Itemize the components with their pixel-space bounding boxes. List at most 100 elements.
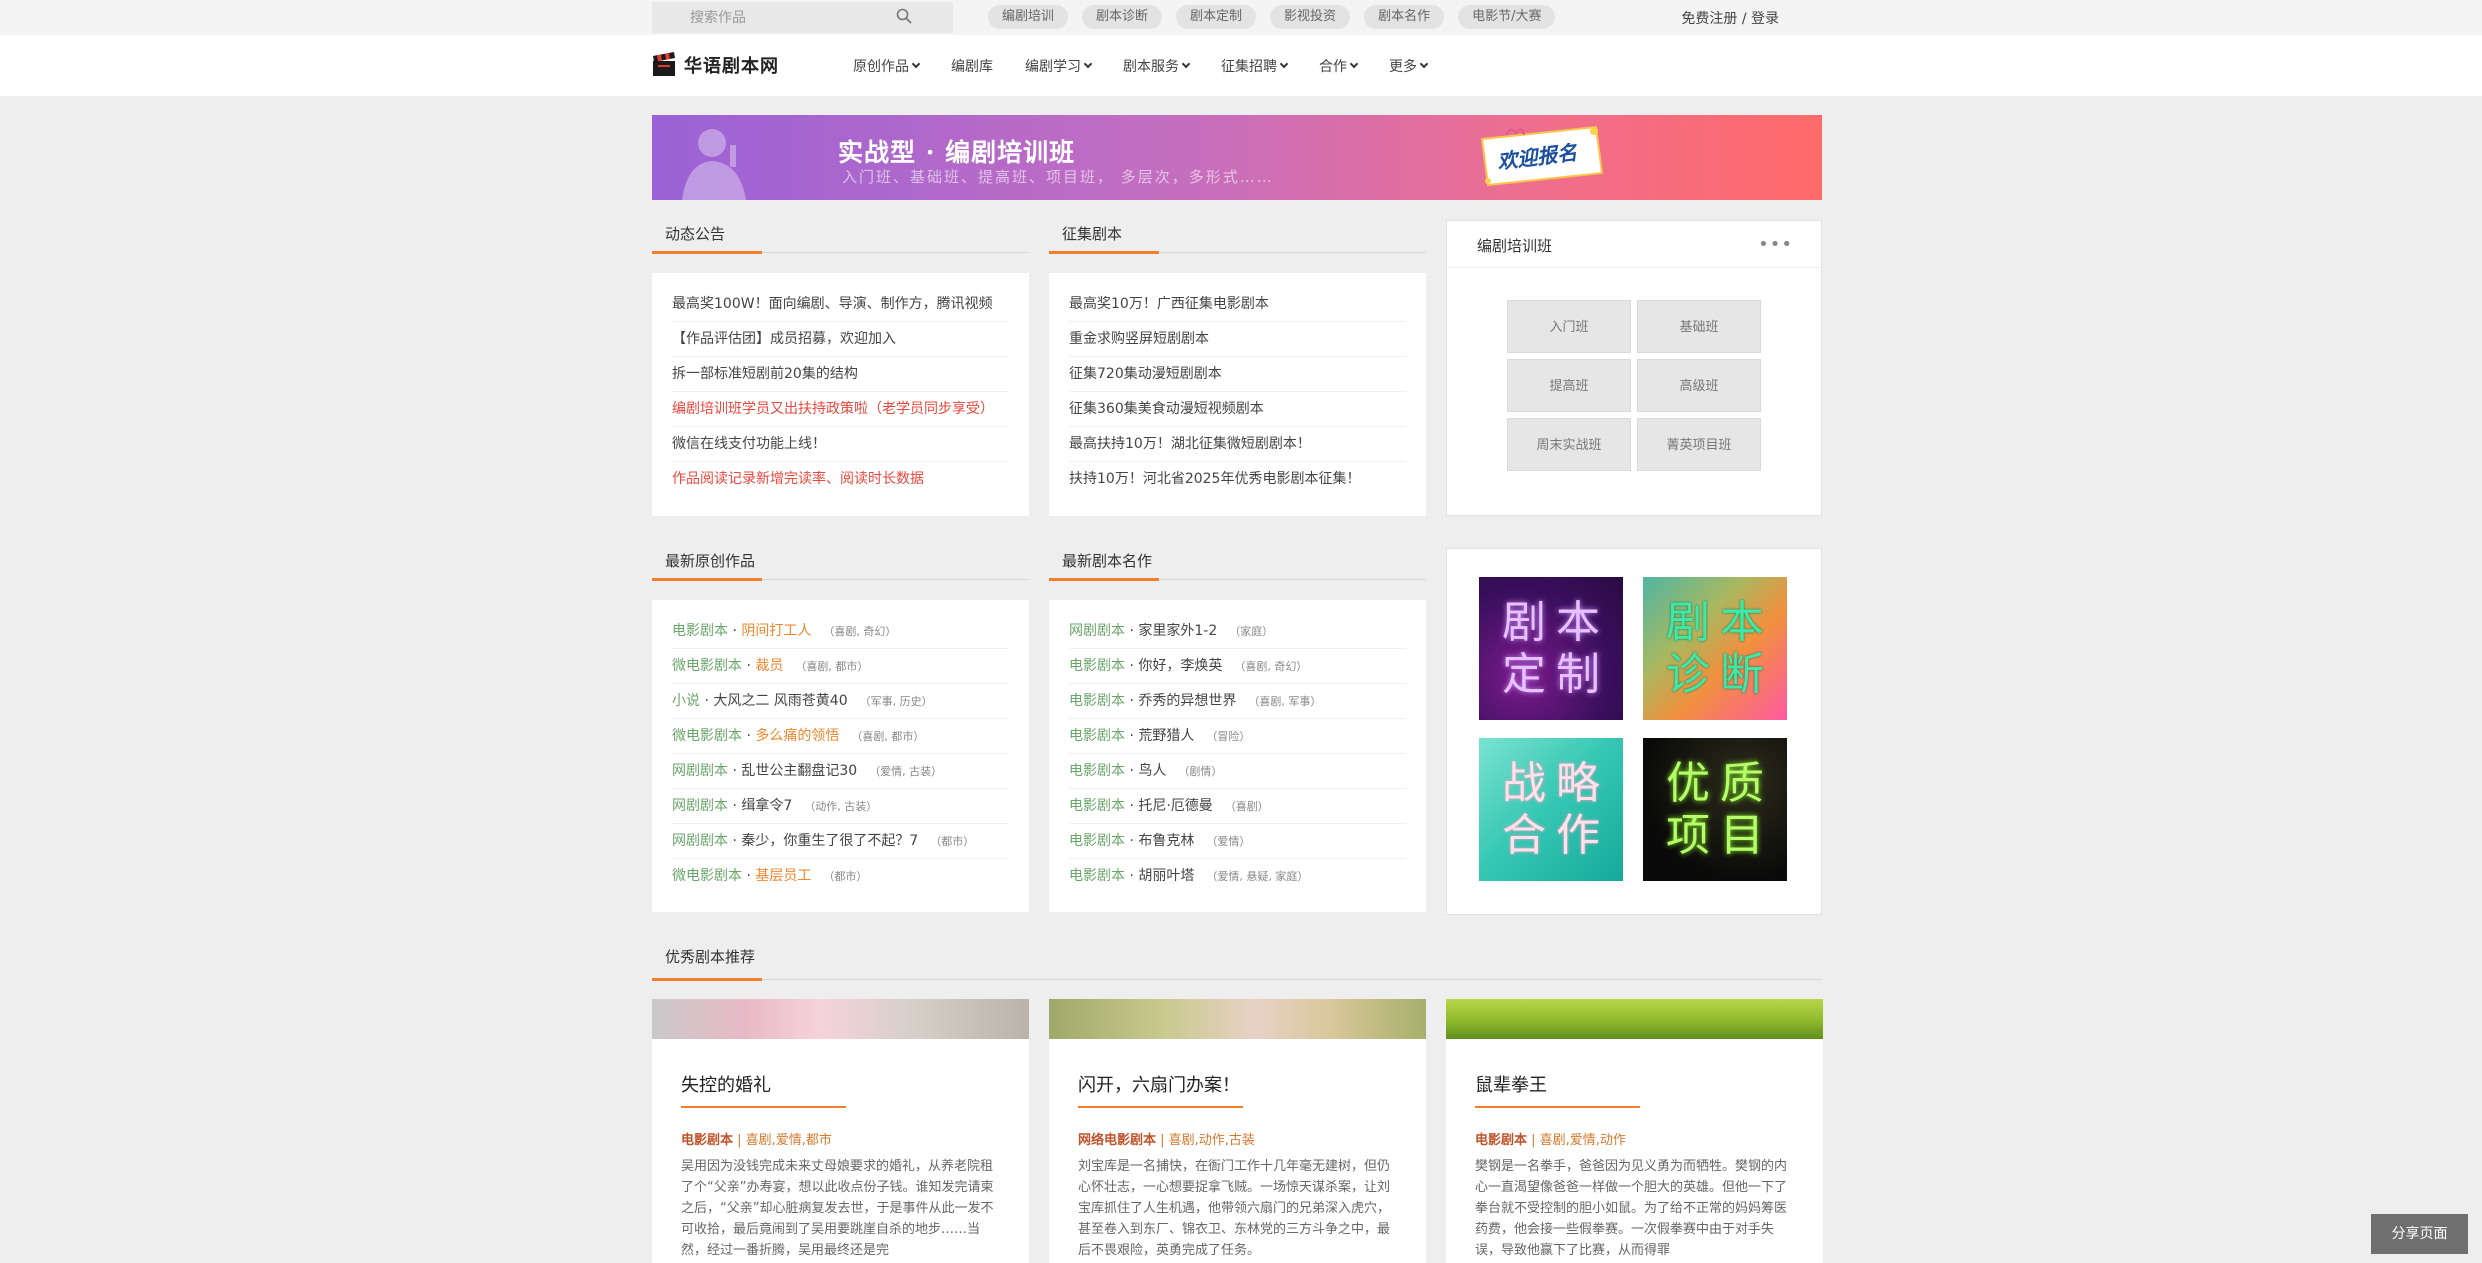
work-category: 网剧剧本	[1069, 623, 1125, 639]
more-icon[interactable]: •••	[1758, 234, 1793, 255]
card-title: 闪开，六扇门办案！	[1078, 1075, 1240, 1096]
section-accent	[1049, 251, 1159, 254]
quick-tag-festival[interactable]: 电影节/大赛	[1458, 5, 1556, 29]
quick-tag-investment[interactable]: 影视投资	[1270, 5, 1351, 29]
card-title: 编剧培训班	[1477, 237, 1553, 255]
class-button-weekend[interactable]: 周末实战班	[1507, 418, 1631, 471]
announcement-item[interactable]: 最高奖100W！面向编剧、导演、制作方，腾讯视频	[672, 287, 1009, 322]
login-link[interactable]: 登录	[1751, 11, 1779, 27]
solicitation-item[interactable]: 重金求购竖屏短剧剧本	[1069, 322, 1406, 357]
class-button-beginner[interactable]: 入门班	[1507, 300, 1631, 353]
share-page-button[interactable]: 分享页面	[2371, 1214, 2468, 1254]
solicitation-item[interactable]: 扶持10万！河北省2025年优秀电影剧本征集！	[1069, 462, 1406, 497]
nav-original-works[interactable]: 原创作品	[853, 56, 921, 76]
masterpiece-item[interactable]: 电影剧本 · 托尼·厄德曼 （喜剧）	[1069, 789, 1406, 824]
work-tags: （喜剧）	[1224, 800, 1269, 813]
work-category: 小说	[672, 693, 700, 709]
work-item[interactable]: 小说 · 大风之二 风雨苍黄40 （军事, 历史）	[672, 684, 1009, 719]
class-button-improve[interactable]: 提高班	[1507, 359, 1631, 412]
presenter-illustration	[682, 129, 746, 200]
announcement-item[interactable]: 拆一部标准短剧前20集的结构	[672, 357, 1009, 392]
service-tile-diagnosis[interactable]: 剧本 诊断	[1643, 577, 1787, 720]
quick-tag-training[interactable]: 编剧培训	[988, 5, 1069, 29]
class-button-advanced[interactable]: 高级班	[1637, 359, 1761, 412]
announcement-item[interactable]: 【作品评估团】成员招募，欢迎加入	[672, 322, 1009, 357]
work-item[interactable]: 网剧剧本 · 秦少，你重生了很了不起？7 （都市）	[672, 824, 1009, 859]
auth-links: 免费注册 / 登录	[1681, 8, 1779, 28]
chevron-down-icon	[1181, 59, 1191, 68]
announcement-item[interactable]: 编剧培训班学员又出扶持政策啦（老学员同步享受）	[672, 392, 1009, 427]
service-tile-custom[interactable]: 剧本 定制	[1479, 577, 1623, 720]
card-genres: 喜剧,爱情,动作	[1539, 1133, 1626, 1148]
service-line: 定制	[1502, 648, 1610, 700]
masterpiece-item[interactable]: 电影剧本 · 你好，李焕英 （喜剧, 奇幻）	[1069, 649, 1406, 684]
service-label: 剧本 诊断	[1656, 597, 1774, 701]
work-item[interactable]: 微电影剧本 · 裁员 （喜剧, 都市）	[672, 649, 1009, 684]
quick-tag-diagnosis[interactable]: 剧本诊断	[1082, 5, 1163, 29]
nav-script-services[interactable]: 剧本服务	[1123, 56, 1191, 76]
work-title: 荒野猎人	[1138, 728, 1195, 744]
masterpieces-header: 最新剧本名作	[1049, 542, 1426, 581]
services-card: 剧本 定制 剧本 诊断 战略 合作 优质 项目	[1446, 548, 1822, 915]
solicitation-item[interactable]: 最高奖10万！广西征集电影剧本	[1069, 287, 1406, 322]
announcement-item[interactable]: 微信在线支付功能上线！	[672, 427, 1009, 462]
work-title: 乱世公主翻盘记30	[741, 763, 858, 779]
work-tags: （都市）	[823, 870, 868, 883]
top-bar: 编剧培训 剧本诊断 剧本定制 影视投资 剧本名作 电影节/大赛 免费注册 / 登…	[0, 0, 2482, 35]
search-input[interactable]	[690, 9, 920, 26]
chevron-down-icon	[1349, 59, 1359, 68]
work-category: 微电影剧本	[672, 868, 742, 884]
work-item[interactable]: 微电影剧本 · 基层员工 （都市）	[672, 859, 1009, 894]
service-line: 项目	[1666, 809, 1774, 861]
nav-recruitment[interactable]: 征集招聘	[1221, 56, 1289, 76]
nav-label: 原创作品	[853, 58, 909, 75]
service-tile-quality[interactable]: 优质 项目	[1643, 738, 1787, 881]
recommended-card[interactable]: 失控的婚礼 电影剧本 | 喜剧,爱情,都市 吴用因为没钱完成未来丈母娘要求的婚礼…	[652, 999, 1029, 1263]
masterpiece-item[interactable]: 电影剧本 · 布鲁克林 （爱情）	[1069, 824, 1406, 859]
recommended-card[interactable]: 鼠辈拳王 电影剧本 | 喜剧,爱情,动作 樊钢是一名拳手，爸爸因为见义勇为而牺牲…	[1446, 999, 1823, 1263]
work-item[interactable]: 微电影剧本 · 多么痛的领悟 （喜剧, 都市）	[672, 719, 1009, 754]
work-item[interactable]: 网剧剧本 · 缉拿令7 （动作, 古装）	[672, 789, 1009, 824]
solicitation-item[interactable]: 最高扶持10万！湖北征集微短剧剧本！	[1069, 427, 1406, 462]
work-tags: （喜剧, 都市）	[851, 730, 925, 743]
recommended-header: 优秀剧本推荐	[652, 934, 1822, 981]
masterpiece-item[interactable]: 电影剧本 · 乔秀的异想世界 （喜剧, 军事）	[1069, 684, 1406, 719]
work-item[interactable]: 网剧剧本 · 乱世公主翻盘记30 （爱情, 古装）	[672, 754, 1009, 789]
masterpiece-item[interactable]: 电影剧本 · 鸟人 （剧情）	[1069, 754, 1406, 789]
masterpiece-item[interactable]: 网剧剧本 · 家里家外1-2 （家庭）	[1069, 614, 1406, 649]
work-title: 你好，李焕英	[1138, 658, 1223, 674]
search-icon[interactable]	[896, 8, 912, 24]
work-title: 托尼·厄德曼	[1138, 798, 1213, 814]
site-logo[interactable]: 华语剧本网	[652, 52, 779, 78]
service-line: 剧本	[1666, 596, 1774, 648]
solicitation-item[interactable]: 征集720集动漫短剧剧本	[1069, 357, 1406, 392]
nav-label: 合作	[1319, 58, 1347, 75]
nav-label: 编剧学习	[1025, 58, 1081, 75]
work-category: 电影剧本	[1069, 728, 1125, 744]
quick-tag-custom[interactable]: 剧本定制	[1176, 5, 1257, 29]
class-button-elite[interactable]: 菁英项目班	[1637, 418, 1761, 471]
nav-writing-study[interactable]: 编剧学习	[1025, 56, 1093, 76]
work-item[interactable]: 电影剧本 · 阴间打工人 （喜剧, 奇幻）	[672, 614, 1009, 649]
solicitation-item[interactable]: 征集360集美食动漫短视频剧本	[1069, 392, 1406, 427]
title-underline	[1475, 1106, 1640, 1108]
class-button-basic[interactable]: 基础班	[1637, 300, 1761, 353]
announcement-item[interactable]: 作品阅读记录新增完读率、阅读时长数据	[672, 462, 1009, 497]
masterpiece-item[interactable]: 电影剧本 · 胡丽叶塔 （爱情, 悬疑, 家庭）	[1069, 859, 1406, 894]
work-category: 网剧剧本	[672, 833, 728, 849]
masterpiece-item[interactable]: 电影剧本 · 荒野猎人 （冒险）	[1069, 719, 1406, 754]
recommended-card[interactable]: 闪开，六扇门办案！ 网络电影剧本 | 喜剧,动作,古装 刘宝库是一名捕快，在衙门…	[1049, 999, 1426, 1263]
card-meta: 电影剧本 | 喜剧,爱情,动作	[1475, 1129, 1626, 1148]
service-tile-strategic[interactable]: 战略 合作	[1479, 738, 1623, 881]
training-banner[interactable]: 实战型 · 编剧培训班 入门班、基础班、提高班、项目班， 多层次，多形式…… 欢…	[652, 115, 1822, 200]
title-underline	[681, 1106, 846, 1108]
nav-cooperation[interactable]: 合作	[1319, 56, 1359, 76]
nav-writer-library[interactable]: 编剧库	[951, 56, 993, 76]
title-underline	[1078, 1106, 1243, 1108]
main-nav: 原创作品 编剧库 编剧学习 剧本服务 征集招聘 合作 更多	[853, 35, 1459, 96]
nav-more[interactable]: 更多	[1389, 56, 1429, 76]
training-card-header: 编剧培训班 •••	[1447, 221, 1821, 268]
quick-tag-masterpiece[interactable]: 剧本名作	[1364, 5, 1445, 29]
chevron-down-icon	[1419, 59, 1429, 68]
register-link[interactable]: 免费注册	[1681, 11, 1737, 27]
